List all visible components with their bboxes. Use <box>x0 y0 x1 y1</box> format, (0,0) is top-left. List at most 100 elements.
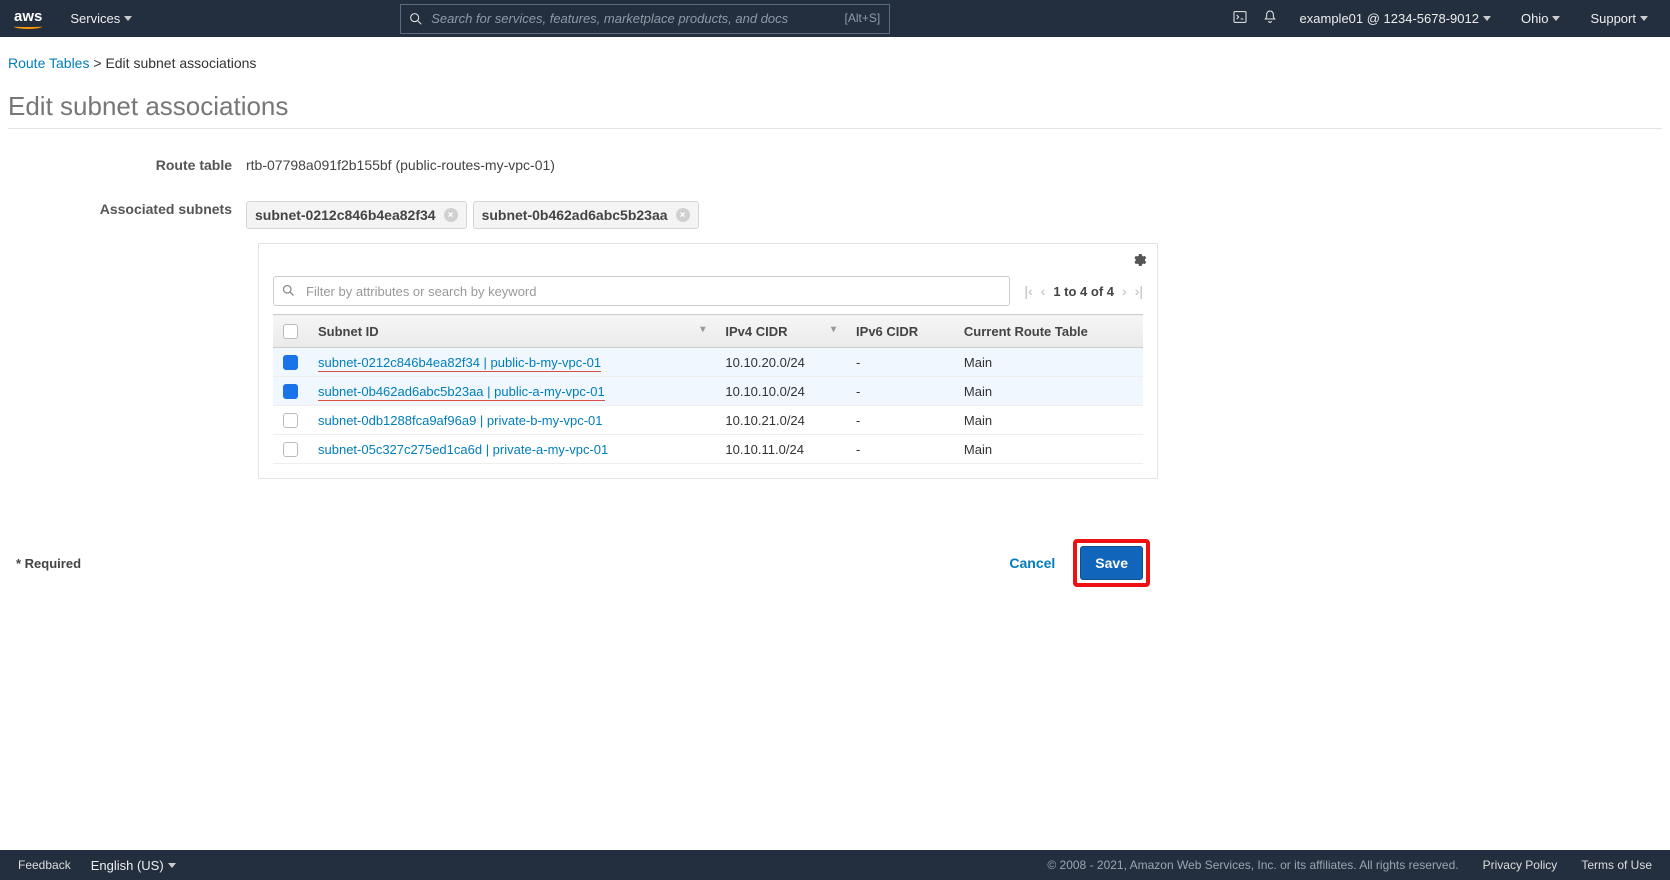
subnet-chip: subnet-0212c846b4ea82f34 × <box>246 201 467 229</box>
support-label: Support <box>1590 11 1636 26</box>
cell-ipv4: 10.10.10.0/24 <box>715 377 846 406</box>
breadcrumb-root[interactable]: Route Tables <box>8 55 89 71</box>
col-ipv4[interactable]: IPv4 CIDR ▾ <box>715 315 846 348</box>
search-input[interactable] <box>400 4 890 34</box>
sort-icon: ▾ <box>831 324 836 335</box>
gear-icon[interactable] <box>1131 252 1147 271</box>
col-route-table-label: Current Route Table <box>964 324 1088 339</box>
subnet-link[interactable]: subnet-05c327c275ed1ca6d | private-a-my-… <box>318 442 608 457</box>
chip-remove-icon[interactable]: × <box>676 208 690 222</box>
col-ipv4-label: IPv4 CIDR <box>725 324 787 339</box>
table-row[interactable]: subnet-05c327c275ed1ca6d | private-a-my-… <box>273 435 1143 464</box>
subnet-link[interactable]: subnet-0b462ad6abc5b23aa | public-a-my-v… <box>318 384 605 401</box>
chip-label: subnet-0212c846b4ea82f34 <box>255 207 436 223</box>
pager: |‹ ‹ 1 to 4 of 4 › ›| <box>1024 283 1143 299</box>
breadcrumb-sep: > <box>93 55 101 71</box>
breadcrumb-current: Edit subnet associations <box>105 55 256 71</box>
page-last-icon[interactable]: ›| <box>1135 283 1143 299</box>
required-note: * Required <box>16 556 81 571</box>
privacy-link[interactable]: Privacy Policy <box>1483 858 1558 872</box>
page-next-icon[interactable]: › <box>1122 283 1127 299</box>
search-shortcut: [Alt+S] <box>845 11 881 25</box>
save-highlight: Save <box>1073 539 1150 587</box>
row-checkbox[interactable] <box>283 384 298 399</box>
language-label: English (US) <box>91 858 164 873</box>
footer-actions: * Required Cancel Save <box>8 539 1158 587</box>
subnet-link[interactable]: subnet-0212c846b4ea82f34 | public-b-my-v… <box>318 355 601 372</box>
cancel-button[interactable]: Cancel <box>999 547 1065 579</box>
col-subnet-id[interactable]: Subnet ID ▾ <box>308 315 715 348</box>
nav-right: example01 @ 1234-5678-9012 Ohio Support <box>1232 9 1656 28</box>
table-row[interactable]: subnet-0b462ad6abc5b23aa | public-a-my-v… <box>273 377 1143 406</box>
page-first-icon[interactable]: |‹ <box>1024 283 1032 299</box>
route-table-label: Route table <box>8 153 246 173</box>
save-button[interactable]: Save <box>1080 546 1143 580</box>
cell-ipv6: - <box>846 406 954 435</box>
cell-ipv4: 10.10.11.0/24 <box>715 435 846 464</box>
cell-route-table: Main <box>954 348 1143 377</box>
bottom-bar: Feedback English (US) © 2008 - 2021, Ama… <box>0 850 1670 880</box>
top-nav: aws Services [Alt+S] example01 @ 1234-56… <box>0 0 1670 37</box>
cell-ipv6: - <box>846 348 954 377</box>
cell-route-table: Main <box>954 377 1143 406</box>
chevron-down-icon <box>1552 16 1560 21</box>
services-label: Services <box>70 11 120 26</box>
chevron-down-icon <box>1483 16 1491 21</box>
select-all-checkbox[interactable] <box>283 324 298 339</box>
associated-subnet-chips: subnet-0212c846b4ea82f34×subnet-0b462ad6… <box>246 197 1158 229</box>
breadcrumb: Route Tables > Edit subnet associations <box>8 45 1662 77</box>
feedback-link[interactable]: Feedback <box>18 858 71 872</box>
language-menu[interactable]: English (US) <box>91 858 176 873</box>
chip-remove-icon[interactable]: × <box>444 208 458 222</box>
support-menu[interactable]: Support <box>1582 11 1656 26</box>
col-checkbox <box>273 315 308 348</box>
filter-box <box>273 276 1010 306</box>
route-table-value: rtb-07798a091f2b155bf (public-routes-my-… <box>246 153 1158 173</box>
subnet-chip: subnet-0b462ad6abc5b23aa × <box>473 201 699 229</box>
cell-route-table: Main <box>954 406 1143 435</box>
sort-icon: ▾ <box>700 324 705 335</box>
chip-label: subnet-0b462ad6abc5b23aa <box>482 207 668 223</box>
global-search: [Alt+S] <box>400 4 890 34</box>
col-ipv6-label: IPv6 CIDR <box>856 324 918 339</box>
subnet-table: Subnet ID ▾ IPv4 CIDR ▾ IPv6 CIDR Current … <box>273 314 1143 464</box>
chevron-down-icon <box>1640 16 1648 21</box>
subnet-table-panel: |‹ ‹ 1 to 4 of 4 › ›| Subnet ID ▾ IPv4 CI… <box>258 243 1158 479</box>
page-body: Route Tables > Edit subnet associations … <box>0 37 1670 595</box>
filter-input[interactable] <box>273 276 1010 306</box>
associated-subnets-row: Associated subnets subnet-0212c846b4ea82… <box>8 197 1158 229</box>
copyright: © 2008 - 2021, Amazon Web Services, Inc.… <box>1047 858 1458 872</box>
services-menu[interactable]: Services <box>62 11 140 26</box>
cell-ipv4: 10.10.21.0/24 <box>715 406 846 435</box>
cell-route-table: Main <box>954 435 1143 464</box>
subnet-link[interactable]: subnet-0db1288fca9af96a9 | private-b-my-… <box>318 413 603 428</box>
row-checkbox[interactable] <box>283 355 298 370</box>
notifications-icon[interactable] <box>1262 9 1278 28</box>
cell-ipv6: - <box>846 435 954 464</box>
page-prev-icon[interactable]: ‹ <box>1041 283 1046 299</box>
form: Route table rtb-07798a091f2b155bf (publi… <box>8 153 1158 587</box>
col-ipv6[interactable]: IPv6 CIDR <box>846 315 954 348</box>
aws-logo[interactable]: aws <box>14 8 42 29</box>
row-checkbox[interactable] <box>283 442 298 457</box>
pager-text: 1 to 4 of 4 <box>1053 284 1114 299</box>
route-table-row: Route table rtb-07798a091f2b155bf (publi… <box>8 153 1158 173</box>
chevron-down-icon <box>124 16 132 21</box>
filter-row: |‹ ‹ 1 to 4 of 4 › ›| <box>273 276 1143 306</box>
search-icon <box>408 11 424 30</box>
col-subnet-id-label: Subnet ID <box>318 324 379 339</box>
account-label: example01 @ 1234-5678-9012 <box>1300 11 1479 26</box>
search-icon <box>281 283 296 301</box>
chevron-down-icon <box>168 863 176 868</box>
terms-link[interactable]: Terms of Use <box>1581 858 1652 872</box>
cell-ipv4: 10.10.20.0/24 <box>715 348 846 377</box>
table-row[interactable]: subnet-0212c846b4ea82f34 | public-b-my-v… <box>273 348 1143 377</box>
region-label: Ohio <box>1521 11 1548 26</box>
region-menu[interactable]: Ohio <box>1513 11 1568 26</box>
cloudshell-icon[interactable] <box>1232 9 1248 28</box>
account-menu[interactable]: example01 @ 1234-5678-9012 <box>1292 11 1499 26</box>
col-route-table[interactable]: Current Route Table <box>954 315 1143 348</box>
table-row[interactable]: subnet-0db1288fca9af96a9 | private-b-my-… <box>273 406 1143 435</box>
cell-ipv6: - <box>846 377 954 406</box>
row-checkbox[interactable] <box>283 413 298 428</box>
